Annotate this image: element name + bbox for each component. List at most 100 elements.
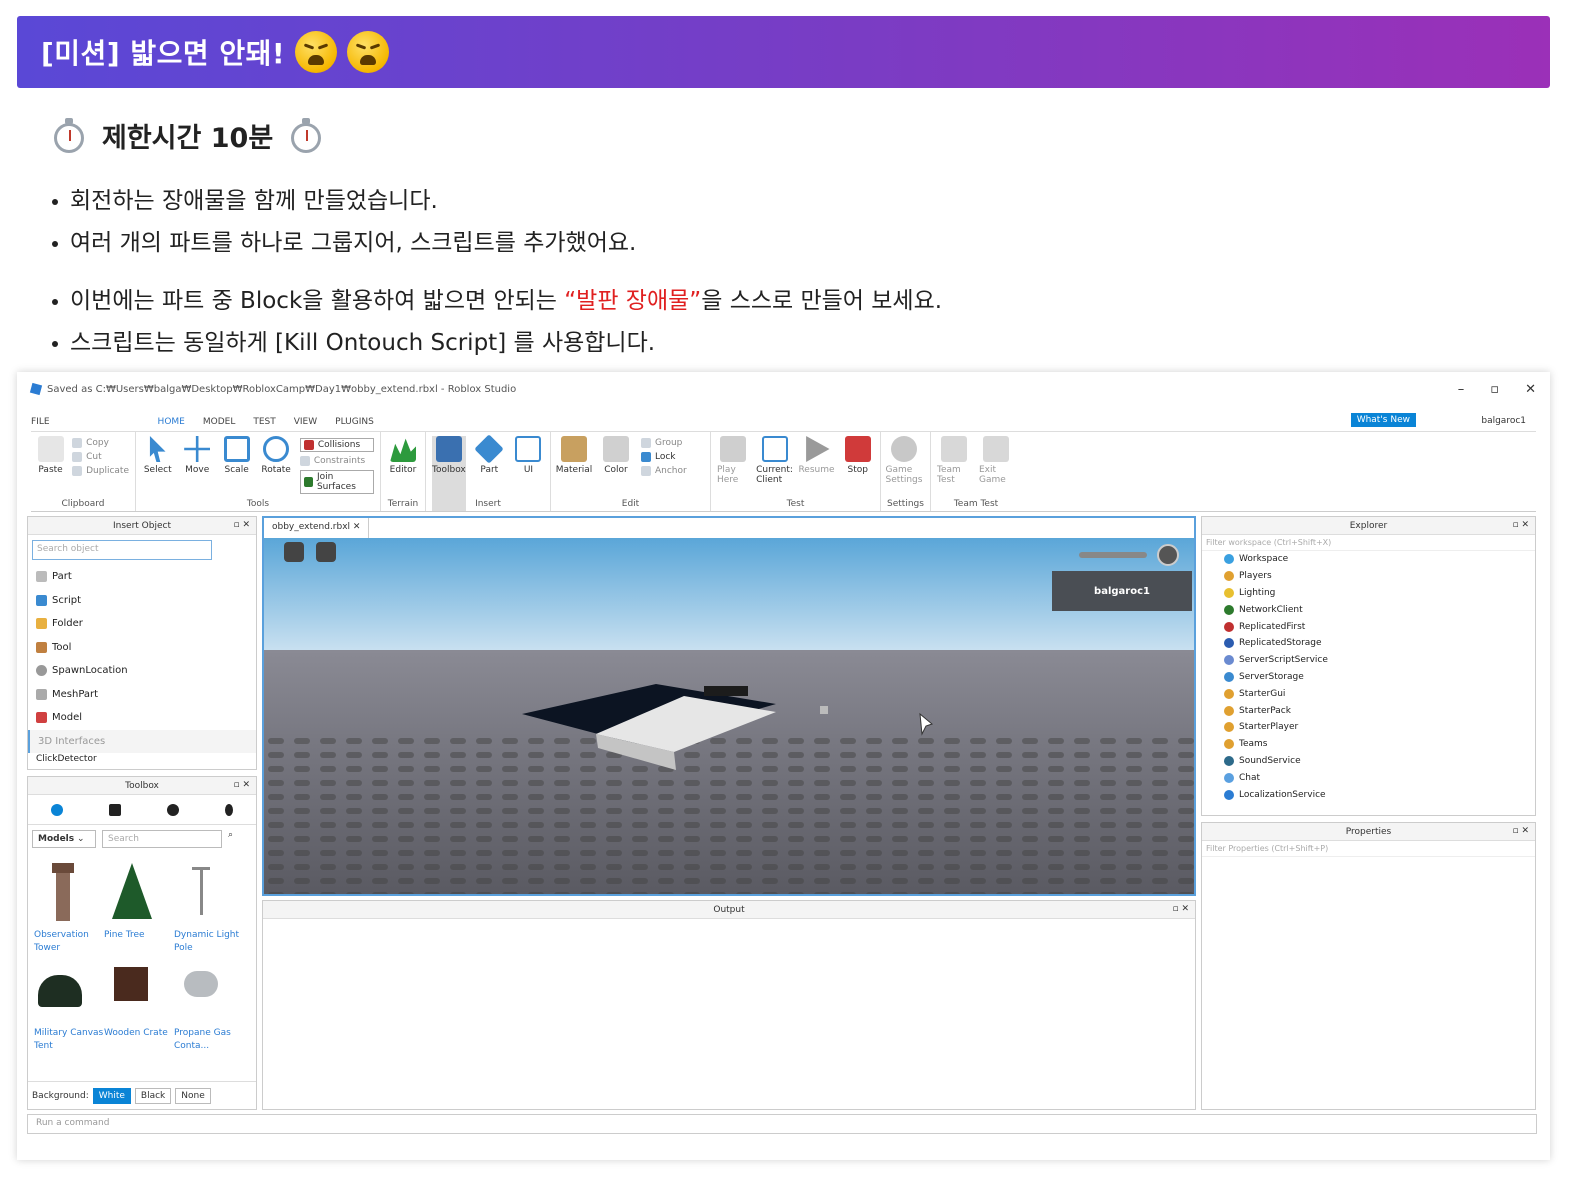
explorer-item[interactable]: StarterPlayer	[1202, 719, 1535, 736]
bg-none-button[interactable]: None	[175, 1087, 211, 1104]
explorer-item[interactable]: ServerStorage	[1202, 669, 1535, 686]
user-menu[interactable]: balgaroc1	[1481, 416, 1526, 426]
document-tab[interactable]: obby_extend.rbxl ✕	[264, 518, 370, 538]
pine-tree-thumbnail-icon	[104, 863, 160, 925]
insert-item-script[interactable]: Script	[28, 589, 256, 613]
banner-title: [미션] 밟으면 안돼!	[41, 37, 286, 70]
explorer-item[interactable]: ReplicatedFirst	[1202, 618, 1535, 635]
menu-test[interactable]: TEST	[253, 417, 275, 427]
copy-button[interactable]: Copy	[72, 438, 129, 448]
duplicate-button[interactable]: Duplicate	[72, 466, 129, 476]
insert-item-clickdetector[interactable]: ClickDetector	[28, 753, 256, 765]
explorer-item[interactable]: NetworkClient	[1202, 601, 1535, 618]
category-select[interactable]: Models ⌄	[32, 830, 96, 848]
toolbox-search-input[interactable]: Search	[102, 830, 222, 848]
group-label: Settings	[887, 499, 924, 509]
explorer-item-label: LocalizationService	[1239, 789, 1326, 800]
explorer-panel: Explorer ▫ ✕ Filter workspace (Ctrl+Shift…	[1201, 516, 1536, 816]
service-icon	[1224, 688, 1234, 699]
insert-item-folder[interactable]: Folder	[28, 612, 256, 636]
menu-file[interactable]: FILE	[31, 417, 50, 427]
service-icon	[1224, 755, 1234, 766]
command-bar-input[interactable]: Run a command	[27, 1114, 1537, 1134]
panel-header: Explorer ▫ ✕	[1202, 517, 1535, 535]
insert-item-spawnlocation[interactable]: SpawnLocation	[28, 659, 256, 683]
collisions-toggle[interactable]: Collisions	[299, 438, 374, 452]
inventory-tab-icon[interactable]	[109, 803, 121, 816]
service-icon	[1224, 772, 1234, 783]
player-list: balgaroc1	[1052, 571, 1192, 611]
panel-header: Insert Object ▫ ✕	[28, 517, 256, 535]
explorer-tree: Workspace Players Lighting NetworkClient Rep…	[1202, 551, 1535, 803]
panel-close-icon[interactable]: ▫ ✕	[1172, 904, 1189, 914]
light-pole-thumbnail-icon	[174, 863, 230, 925]
lock-button[interactable]: Lock	[641, 452, 687, 462]
explorer-item-label: ReplicatedStorage	[1239, 638, 1322, 649]
insert-item-meshpart[interactable]: MeshPart	[28, 683, 256, 707]
panel-close-icon[interactable]: ▫ ✕	[1512, 520, 1529, 530]
join-surfaces-toggle[interactable]: Join Surfaces	[299, 470, 374, 494]
explorer-item[interactable]: Lighting	[1202, 585, 1535, 602]
explorer-item[interactable]: LocalizationService	[1202, 786, 1535, 803]
insert-group: Toolbox Part UI Insert	[426, 432, 551, 511]
marketplace-tab-icon[interactable]	[51, 803, 63, 816]
toolbox-item[interactable]: Dynamic Light Pole	[174, 863, 244, 955]
constraints-button[interactable]: Constraints	[299, 456, 374, 466]
group-label: Clipboard	[61, 499, 105, 509]
background-selector: Background: White Black None	[28, 1081, 256, 1109]
properties-filter-input[interactable]: Filter Properties (Ctrl+Shift+P)	[1202, 841, 1535, 857]
anchor-button[interactable]: Anchor	[641, 466, 687, 476]
3d-viewport[interactable]: obby_extend.rbxl ✕ balgaroc1	[262, 516, 1196, 896]
menu-model[interactable]: MODEL	[203, 417, 235, 427]
explorer-item-label: StarterPlayer	[1239, 722, 1299, 733]
whats-new-button[interactable]: What's New	[1350, 413, 1416, 427]
service-icon	[1224, 722, 1234, 733]
explorer-item[interactable]: ReplicatedStorage	[1202, 635, 1535, 652]
panel-close-icon[interactable]: ▫ ✕	[1512, 826, 1529, 836]
service-icon	[1224, 789, 1234, 800]
time-limit-text: 제한시간 10분	[102, 123, 274, 154]
creations-tab-icon[interactable]	[225, 803, 233, 816]
menu-home[interactable]: HOME	[158, 417, 185, 427]
toolbox-item[interactable]: Observation Tower	[34, 863, 104, 955]
explorer-item[interactable]: ServerScriptService	[1202, 652, 1535, 669]
toolbox-item[interactable]: Pine Tree	[104, 863, 174, 955]
explorer-item-label: SoundService	[1239, 755, 1301, 766]
list-item: 회전하는 장애물을 함께 만들었습니다.	[52, 180, 636, 222]
search-object-input[interactable]: Search object	[32, 540, 212, 560]
insert-item-tool[interactable]: Tool	[28, 636, 256, 660]
menu-plugins[interactable]: PLUGINS	[335, 417, 374, 427]
group-label: Edit	[621, 499, 640, 509]
test-group: Play Here Current: Client Resume Stop Te…	[711, 432, 881, 511]
panel-close-icon[interactable]: ▫ ✕	[233, 520, 250, 530]
explorer-item[interactable]: Chat	[1202, 769, 1535, 786]
explorer-item[interactable]: Teams	[1202, 736, 1535, 753]
toolbox-item[interactable]: Wooden Crate	[104, 961, 174, 1053]
explorer-item[interactable]: Workspace	[1202, 551, 1535, 568]
explorer-item[interactable]: StarterGui	[1202, 685, 1535, 702]
bg-white-button[interactable]: White	[92, 1087, 131, 1104]
explorer-item[interactable]: Players	[1202, 568, 1535, 585]
maximize-icon[interactable]: ▫	[1490, 382, 1499, 397]
close-icon[interactable]: ✕	[1525, 382, 1536, 397]
bg-black-button[interactable]: Black	[134, 1087, 172, 1104]
explorer-filter-input[interactable]: Filter workspace (Ctrl+Shift+X)	[1202, 535, 1535, 551]
explorer-item[interactable]: SoundService	[1202, 753, 1535, 770]
panel-close-icon[interactable]: ▫ ✕	[233, 780, 250, 790]
search-icon[interactable]: ⌕	[228, 830, 233, 848]
list-item: 이번에는 파트 중 Block을 활용하여 밟으면 안되는 “발판 장애물”을 …	[52, 280, 942, 322]
recent-tab-icon[interactable]	[167, 803, 179, 816]
insert-item-part[interactable]: Part	[28, 565, 256, 589]
toolbox-item[interactable]: Military Canvas Tent	[34, 961, 104, 1053]
cut-button[interactable]: Cut	[72, 452, 129, 462]
panel-header: Output ▫ ✕	[263, 901, 1195, 919]
toolbox-item[interactable]: Propane Gas Conta...	[174, 961, 244, 1053]
insert-item-model[interactable]: Model	[28, 706, 256, 730]
stopwatch-icon	[289, 117, 323, 154]
minimize-icon[interactable]: –	[1458, 382, 1465, 397]
insert-object-panel: Insert Object ▫ ✕ Search object Part Scri…	[27, 516, 257, 770]
menu-view[interactable]: VIEW	[294, 417, 317, 427]
highlight-text: “발판 장애물”	[564, 288, 702, 314]
group-button[interactable]: Group	[641, 438, 687, 448]
explorer-item[interactable]: StarterPack	[1202, 702, 1535, 719]
